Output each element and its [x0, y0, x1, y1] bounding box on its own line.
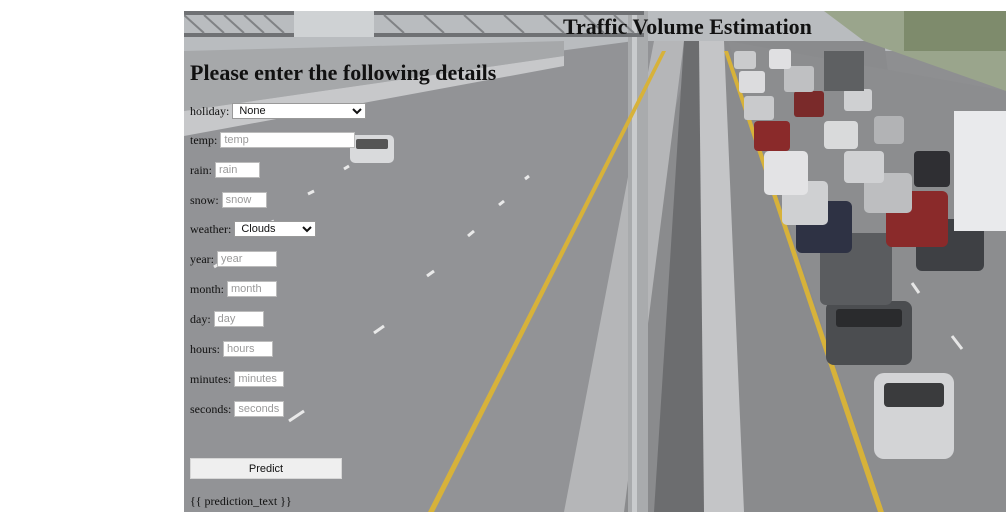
snow-row: snow:	[190, 192, 267, 208]
seconds-input[interactable]	[234, 401, 285, 417]
holiday-select[interactable]: None	[232, 103, 367, 119]
hours-input[interactable]	[223, 341, 273, 357]
temp-input[interactable]	[220, 132, 356, 148]
minutes-input[interactable]	[234, 371, 285, 387]
month-row: month:	[190, 281, 278, 297]
temp-label: temp:	[190, 132, 218, 147]
seconds-label: seconds:	[190, 401, 232, 416]
weather-row: weather: Clouds	[190, 221, 317, 237]
seconds-row: seconds:	[190, 401, 285, 417]
month-label: month:	[190, 281, 225, 296]
page-title: Traffic Volume Estimation	[563, 14, 812, 39]
holiday-label: holiday:	[190, 103, 230, 118]
rain-row: rain:	[190, 162, 260, 178]
predict-button[interactable]: Predict	[190, 458, 342, 479]
year-input[interactable]	[216, 251, 277, 267]
temp-row: temp:	[190, 132, 356, 148]
prediction-text: {{ prediction_text }}	[190, 494, 292, 508]
weather-label: weather:	[190, 221, 232, 236]
year-label: year:	[190, 251, 214, 266]
form-heading: Please enter the following details	[190, 60, 497, 85]
rain-input[interactable]	[215, 162, 260, 178]
snow-input[interactable]	[221, 192, 267, 208]
holiday-row: holiday: None	[190, 103, 367, 119]
day-label: day:	[190, 311, 211, 326]
year-row: year:	[190, 251, 277, 267]
month-input[interactable]	[227, 281, 278, 297]
weather-select[interactable]: Clouds	[234, 221, 317, 237]
snow-label: snow:	[190, 192, 219, 207]
day-input[interactable]	[213, 311, 264, 327]
minutes-label: minutes:	[190, 371, 232, 386]
hours-label: hours:	[190, 341, 220, 356]
highway-background-image	[184, 11, 1006, 512]
rain-label: rain:	[190, 162, 212, 177]
minutes-row: minutes:	[190, 371, 285, 387]
hours-row: hours:	[190, 341, 273, 357]
day-row: day:	[190, 311, 264, 327]
